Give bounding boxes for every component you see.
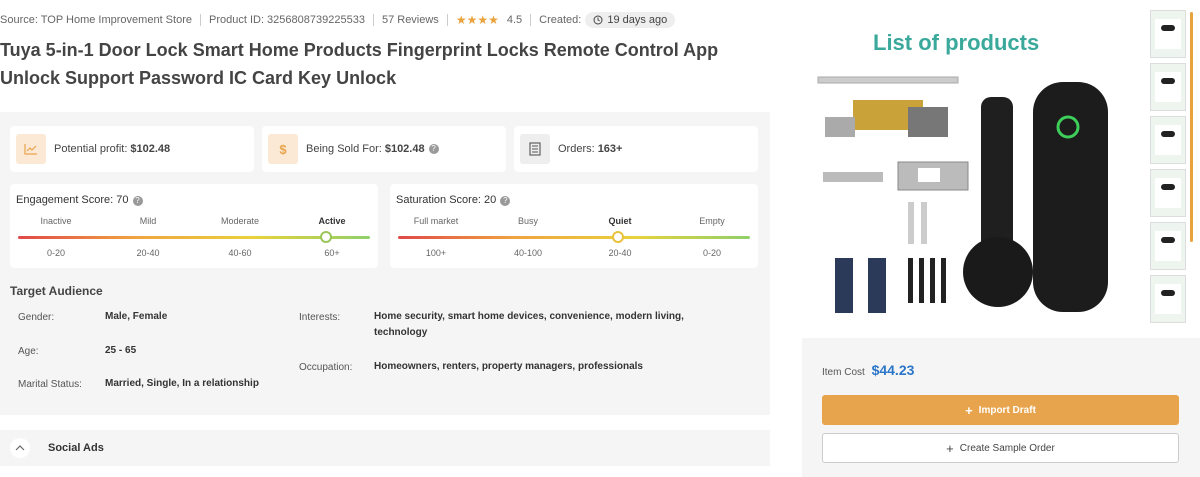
range-label: 20-40 bbox=[608, 248, 632, 258]
age-value: 25 - 65 bbox=[105, 345, 137, 356]
thumbnail-list bbox=[1150, 10, 1194, 328]
plus-icon: + bbox=[965, 402, 973, 418]
range-label: 40-100 bbox=[513, 248, 543, 258]
source-store[interactable]: Source: TOP Home Improvement Store bbox=[0, 14, 192, 26]
import-draft-label: Import Draft bbox=[978, 404, 1036, 416]
occupation-label: Occupation: bbox=[299, 362, 353, 373]
divider bbox=[446, 14, 448, 26]
thumbnail[interactable] bbox=[1150, 63, 1186, 111]
document-icon bbox=[520, 134, 550, 164]
thumbnail[interactable] bbox=[1150, 116, 1186, 164]
level-label-active: Active bbox=[318, 216, 346, 226]
product-analytics-panel: Potential profit: $102.48 $ Being Sold F… bbox=[0, 112, 770, 415]
level-label: Busy bbox=[517, 216, 538, 226]
engagement-ranges: 0-20 20-40 40-60 60+ bbox=[10, 248, 378, 258]
rating-value: 4.5 bbox=[506, 14, 523, 26]
orders-label: Orders: bbox=[558, 143, 595, 155]
star-rating-icon: ★★★★ bbox=[455, 13, 499, 27]
info-icon[interactable]: ? bbox=[132, 196, 143, 206]
engagement-levels: Inactive Mild Moderate Active bbox=[10, 216, 378, 226]
level-label: Mild bbox=[139, 216, 157, 226]
sold-for-card: $ Being Sold For: $102.48 ? bbox=[262, 126, 506, 172]
marital-label: Marital Status: bbox=[18, 379, 82, 390]
reviews-count[interactable]: 57 Reviews bbox=[382, 14, 439, 26]
range-label: 100+ bbox=[425, 248, 447, 258]
gender-label: Gender: bbox=[18, 312, 55, 323]
range-label: 40-60 bbox=[228, 248, 252, 258]
level-label: Full market bbox=[413, 216, 459, 226]
level-label-active: Quiet bbox=[608, 216, 632, 226]
create-sample-order-button[interactable]: + Create Sample Order bbox=[822, 433, 1179, 463]
item-cost: Item Cost $44.23 bbox=[822, 362, 914, 378]
marital-value: Married, Single, In a relationship bbox=[105, 378, 259, 389]
engagement-title: Engagement Score: 70? bbox=[16, 194, 143, 206]
thumbnail[interactable] bbox=[1150, 222, 1186, 270]
range-label: 0-20 bbox=[46, 248, 65, 258]
level-label: Empty bbox=[699, 216, 725, 226]
orders-card: Orders: 163+ bbox=[514, 126, 758, 172]
profit-value: $102.48 bbox=[130, 143, 171, 155]
plus-icon: + bbox=[946, 440, 954, 456]
created-value: 19 days ago bbox=[607, 14, 668, 26]
social-ads-section[interactable]: Social Ads bbox=[0, 430, 770, 466]
item-cost-label: Item Cost bbox=[822, 367, 865, 378]
gauge-knob bbox=[320, 231, 332, 243]
orders-value: 163+ bbox=[597, 143, 623, 155]
range-label: 60+ bbox=[324, 248, 340, 258]
purchase-box: Item Cost $44.23 + Import Draft + Create… bbox=[802, 338, 1200, 477]
chart-icon bbox=[16, 134, 46, 164]
occupation-value: Homeowners, renters, property managers, … bbox=[374, 361, 643, 372]
thumbnail[interactable] bbox=[1150, 169, 1186, 217]
gender-value: Male, Female bbox=[105, 311, 168, 322]
create-sample-order-label: Create Sample Order bbox=[959, 442, 1055, 454]
divider bbox=[530, 14, 532, 26]
chevron-up-icon[interactable] bbox=[10, 438, 30, 458]
clock-icon bbox=[593, 15, 603, 25]
engagement-score-card: Engagement Score: 70? Inactive Mild Mode… bbox=[10, 184, 378, 268]
sold-label: Being Sold For: bbox=[306, 143, 382, 155]
sold-value: $102.48 bbox=[384, 143, 425, 155]
potential-profit-card: Potential profit: $102.48 bbox=[10, 126, 254, 172]
range-label: 20-40 bbox=[136, 248, 160, 258]
interests-label: Interests: bbox=[299, 312, 341, 323]
created-badge: 19 days ago bbox=[585, 12, 676, 28]
social-ads-label: Social Ads bbox=[48, 442, 104, 454]
products-heading: List of products bbox=[873, 30, 1040, 55]
level-label: Moderate bbox=[220, 216, 260, 226]
engagement-title-text: Engagement Score: 70 bbox=[16, 194, 129, 206]
engagement-gauge bbox=[18, 231, 370, 243]
range-label: 0-20 bbox=[702, 248, 721, 258]
product-meta-bar: Source: TOP Home Improvement Store Produ… bbox=[0, 10, 676, 30]
target-audience-title: Target Audience bbox=[10, 284, 103, 298]
saturation-gauge bbox=[398, 231, 750, 243]
saturation-title: Saturation Score: 20? bbox=[396, 194, 511, 206]
level-label: Inactive bbox=[40, 216, 72, 226]
product-id: Product ID: 3256808739225533 bbox=[208, 14, 365, 26]
interests-value: Home security, smart home devices, conve… bbox=[374, 311, 684, 338]
thumbnail[interactable] bbox=[1150, 275, 1186, 323]
saturation-title-text: Saturation Score: 20 bbox=[396, 194, 497, 206]
gauge-knob bbox=[612, 231, 624, 243]
info-icon[interactable]: ? bbox=[428, 144, 439, 154]
saturation-score-card: Saturation Score: 20? Full market Busy Q… bbox=[390, 184, 758, 268]
saturation-levels: Full market Busy Quiet Empty bbox=[390, 216, 758, 226]
info-icon[interactable]: ? bbox=[500, 196, 511, 206]
saturation-ranges: 100+ 40-100 20-40 0-20 bbox=[390, 248, 758, 258]
age-label: Age: bbox=[18, 346, 39, 357]
profit-label: Potential profit: bbox=[54, 143, 128, 155]
product-image bbox=[817, 76, 1108, 313]
thumbnail[interactable] bbox=[1150, 10, 1186, 58]
thumbnail-scrollbar[interactable] bbox=[1190, 12, 1193, 242]
product-title: Tuya 5-in-1 Door Lock Smart Home Product… bbox=[0, 40, 719, 88]
import-draft-button[interactable]: + Import Draft bbox=[822, 395, 1179, 425]
item-cost-value: $44.23 bbox=[871, 362, 915, 378]
divider bbox=[372, 14, 374, 26]
dollar-icon: $ bbox=[268, 134, 298, 164]
created-label: Created: bbox=[539, 14, 582, 26]
divider bbox=[199, 14, 201, 26]
